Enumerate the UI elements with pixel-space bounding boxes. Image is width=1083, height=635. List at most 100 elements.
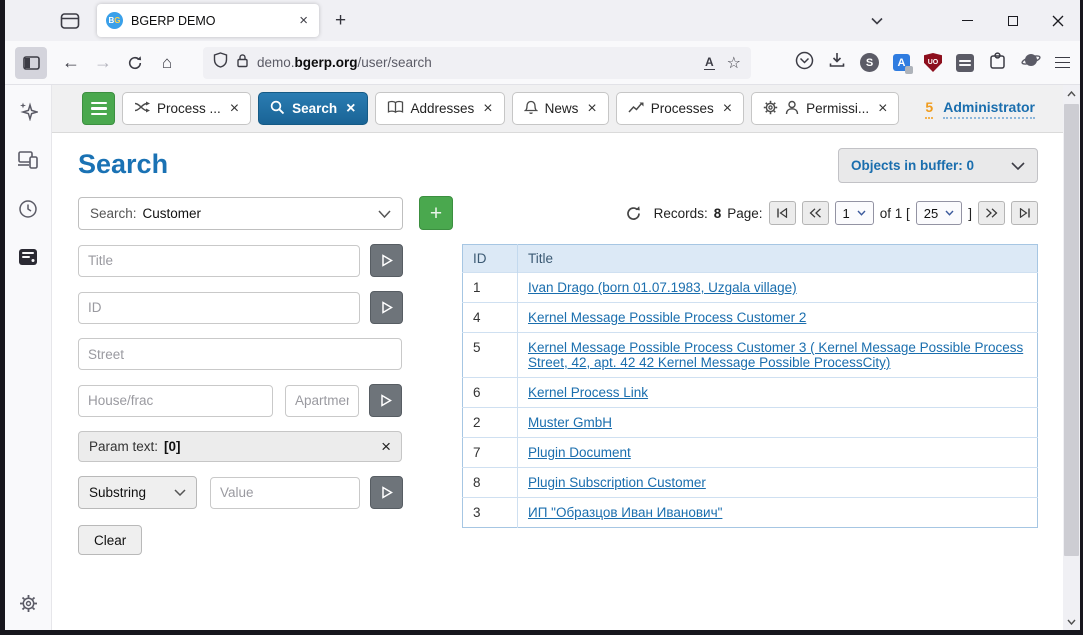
scroll-down-arrow[interactable]	[1063, 613, 1080, 630]
ublock-origin-icon[interactable]: UO	[924, 53, 942, 72]
url-text: demo.bgerp.org/user/search	[257, 55, 432, 70]
search-type-select[interactable]: Search:Customer	[78, 197, 403, 230]
app-tab-addresses[interactable]: Addresses ×	[375, 92, 505, 125]
app-tab-search[interactable]: Search ×	[258, 92, 367, 125]
trend-chart-icon	[628, 101, 644, 117]
close-icon[interactable]: ×	[346, 100, 355, 118]
firefox-sidebar	[5, 85, 52, 630]
record-link[interactable]: Kernel Message Possible Process Customer…	[528, 340, 1023, 370]
house-input[interactable]	[78, 385, 273, 417]
page-title: Search	[78, 149, 168, 180]
record-link[interactable]: Plugin Document	[528, 445, 631, 460]
run-search-button[interactable]	[370, 476, 403, 509]
translate-page-icon[interactable]: A	[704, 55, 715, 70]
extensions-area: S A UO	[795, 51, 1070, 75]
new-tab-button[interactable]: +	[335, 10, 346, 32]
table-header-row: ID Title	[463, 245, 1038, 273]
browser-tab-active[interactable]: BG BGERP DEMO ×	[97, 4, 319, 37]
add-button[interactable]: +	[419, 196, 453, 230]
container-extension-icon[interactable]	[956, 54, 974, 72]
app-tab-permissions[interactable]: Permissi... ×	[751, 92, 899, 125]
translate-extension-icon[interactable]: A	[893, 54, 910, 71]
record-link[interactable]: Kernel Process Link	[528, 385, 648, 400]
scrollbar-thumb[interactable]	[1064, 104, 1079, 556]
app-tab-process[interactable]: Process ... ×	[122, 92, 251, 125]
list-all-tabs-button[interactable]	[854, 0, 899, 41]
record-link[interactable]: Muster GmbH	[528, 415, 612, 430]
title-input[interactable]	[78, 245, 360, 277]
planet-extension-icon[interactable]	[1021, 51, 1041, 74]
run-search-button[interactable]	[370, 291, 403, 324]
settings-gear-icon[interactable]	[19, 594, 38, 618]
web-content: Process ... × Search × A	[52, 85, 1063, 630]
record-link[interactable]: Plugin Subscription Customer	[528, 475, 706, 490]
home-button[interactable]: ⌂	[151, 47, 183, 79]
close-icon[interactable]: ×	[483, 100, 492, 118]
clear-button[interactable]: Clear	[78, 525, 142, 555]
maximize-button[interactable]	[990, 0, 1035, 41]
close-button[interactable]	[1035, 0, 1080, 41]
first-page-button[interactable]	[769, 201, 796, 225]
close-icon[interactable]: ×	[878, 100, 887, 118]
apartment-input[interactable]	[285, 385, 359, 417]
run-search-button[interactable]	[370, 244, 403, 277]
url-bar[interactable]: demo.bgerp.org/user/search A ☆	[203, 47, 751, 79]
close-icon[interactable]: ×	[230, 100, 239, 118]
reload-button[interactable]	[119, 47, 151, 79]
next-page-button[interactable]	[978, 201, 1005, 225]
close-icon[interactable]: ×	[723, 100, 732, 118]
refresh-icon[interactable]	[625, 205, 642, 222]
bookmark-star-icon[interactable]: ☆	[727, 53, 741, 73]
pagination: Records: 8 Page: 1	[625, 201, 1038, 225]
startpage-extension-icon[interactable]: S	[860, 53, 879, 72]
scroll-up-arrow[interactable]	[1063, 85, 1080, 102]
prev-page-button[interactable]	[802, 201, 829, 225]
table-row: 2 Muster GmbH	[463, 408, 1038, 438]
sidebar-toggle-button[interactable]	[15, 47, 47, 79]
page-number-select[interactable]: 1	[835, 201, 874, 225]
app-menu-button[interactable]	[82, 92, 115, 125]
content-scrollbar[interactable]	[1063, 85, 1080, 630]
run-search-button[interactable]	[369, 384, 402, 417]
last-page-button[interactable]	[1011, 201, 1038, 225]
close-icon[interactable]: ×	[587, 100, 596, 118]
bookmarks-panel-icon[interactable]	[18, 248, 38, 271]
current-user-link[interactable]: Administrator	[943, 99, 1035, 119]
param-value-input[interactable]	[210, 477, 360, 509]
shuffle-icon	[134, 100, 150, 117]
street-input[interactable]	[78, 338, 402, 370]
ai-sparkle-icon[interactable]	[18, 101, 38, 126]
forward-button[interactable]: →	[87, 47, 119, 79]
id-input[interactable]	[78, 292, 360, 324]
open-objects-count[interactable]: 5	[925, 99, 933, 119]
app-tab-processes[interactable]: Processes ×	[616, 92, 744, 125]
menu-hamburger-icon[interactable]	[1055, 57, 1070, 69]
firefox-view-icon[interactable]	[55, 6, 85, 36]
lock-icon[interactable]	[236, 53, 249, 73]
synced-tabs-icon[interactable]	[17, 150, 39, 175]
browser-tabstrip: BG BGERP DEMO × +	[5, 0, 1080, 41]
browser-window: BG BGERP DEMO × + ← →	[5, 0, 1080, 630]
table-row: 3 ИП "Образцов Иван Иванович"	[463, 498, 1038, 528]
search-page: Search Objects in buffer: 0 Search:Custo…	[52, 133, 1063, 569]
record-link[interactable]: ИП "Образцов Иван Иванович"	[528, 505, 722, 520]
table-row: 5 Kernel Message Possible Process Custom…	[463, 333, 1038, 378]
minimize-button[interactable]	[945, 0, 990, 41]
history-clock-icon[interactable]	[18, 199, 38, 224]
tab-close-icon[interactable]: ×	[297, 12, 310, 29]
puzzle-extensions-icon[interactable]	[988, 51, 1007, 75]
objects-in-buffer-button[interactable]: Objects in buffer: 0	[838, 148, 1038, 183]
record-link[interactable]: Kernel Message Possible Process Customer…	[528, 310, 806, 325]
table-row: 4 Kernel Message Possible Process Custom…	[463, 303, 1038, 333]
back-button[interactable]: ←	[55, 47, 87, 79]
page-size-select[interactable]: 25	[916, 201, 962, 225]
browser-toolbar: ← → ⌂ demo.bgerp.org/user/search A ☆	[5, 41, 1080, 85]
app-tab-news[interactable]: News ×	[512, 92, 609, 125]
site-favicon: BG	[106, 12, 123, 29]
record-link[interactable]: Ivan Drago (born 01.07.1983, Uzgala vill…	[528, 280, 797, 295]
shield-icon[interactable]	[213, 52, 228, 73]
pocket-icon[interactable]	[795, 51, 814, 75]
remove-param-icon[interactable]: ×	[381, 437, 391, 457]
match-mode-select[interactable]: Substring	[78, 476, 197, 509]
downloads-icon[interactable]	[828, 51, 846, 74]
